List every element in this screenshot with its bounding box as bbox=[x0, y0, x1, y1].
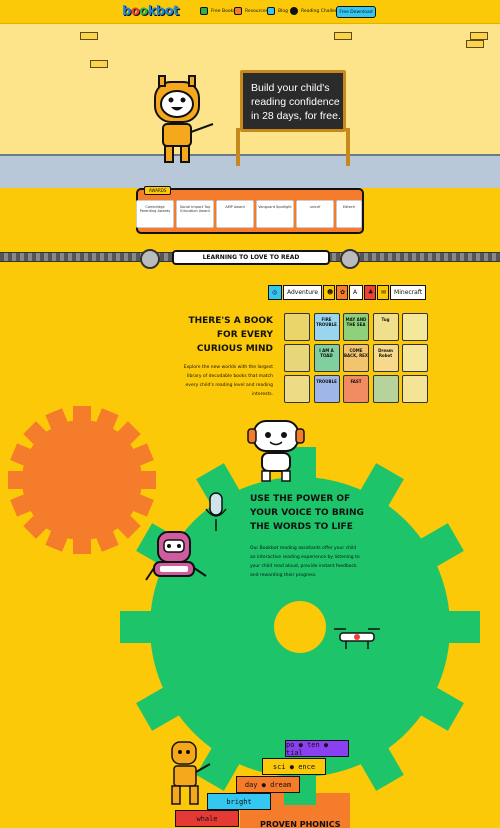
nav-resources[interactable]: Resources bbox=[234, 7, 268, 15]
wall-brick bbox=[470, 32, 488, 40]
bug-icon[interactable]: ✿ bbox=[336, 285, 349, 300]
book-title: I AM A TOAD bbox=[319, 348, 334, 358]
phonics-section-title: PROVEN PHONICS bbox=[260, 820, 341, 828]
phonics-step: day ● dream bbox=[236, 776, 300, 793]
award-card: Edtech bbox=[336, 200, 362, 228]
wall-brick bbox=[80, 32, 98, 40]
mail-icon[interactable]: ✉ bbox=[377, 285, 390, 300]
nav-blog[interactable]: Blog bbox=[267, 7, 288, 15]
bookbot-logo[interactable]: bookbot bbox=[122, 4, 179, 19]
book-cover[interactable] bbox=[284, 344, 310, 372]
book-title: Tug bbox=[381, 317, 390, 322]
challenge-icon bbox=[290, 7, 298, 15]
voice-section-description: Our Bookbot reading assistants offer you… bbox=[250, 546, 360, 578]
genre-tabs: ◎ Adventure ☻ ✿ A ♣ ✉ Minecraft bbox=[268, 285, 430, 300]
learning-banner-label: LEARNING TO LOVE TO READ bbox=[202, 254, 300, 261]
wall-brick bbox=[466, 40, 484, 48]
blog-icon bbox=[267, 7, 275, 15]
book-cover[interactable] bbox=[402, 344, 428, 372]
book-cover[interactable]: FIRE TROUBLE bbox=[313, 313, 340, 341]
phonics-step-word: bright bbox=[226, 797, 252, 806]
wall-brick bbox=[334, 32, 352, 40]
book-icon bbox=[200, 7, 208, 15]
nav-free-books-label: Free Books bbox=[211, 8, 236, 14]
voice-section-title: USE THE POWER OF YOUR VOICE TO BRING THE… bbox=[250, 494, 364, 532]
book-title: MAY AND THE SEA bbox=[345, 317, 367, 327]
phonics-step-word: day ● dream bbox=[244, 780, 292, 789]
phonics-step-word: sci ● ence bbox=[272, 762, 316, 771]
books-section-description: Explore the new worlds with the largest … bbox=[183, 365, 273, 397]
tab-adventure[interactable]: Adventure bbox=[283, 285, 323, 300]
phonics-step: sci ● ence bbox=[262, 758, 326, 775]
book-cover[interactable]: I AM A TOAD bbox=[313, 344, 340, 372]
board-leg bbox=[346, 128, 350, 166]
phonics-step: po ● ten ● tial bbox=[285, 740, 349, 757]
gears-illustration bbox=[8, 406, 480, 805]
hero-chalkboard: Build your child's reading confidence in… bbox=[240, 70, 346, 132]
tab-letter[interactable]: A bbox=[349, 285, 364, 300]
free-download-label: Free Download bbox=[339, 9, 373, 15]
book-cover[interactable] bbox=[284, 313, 310, 341]
hero-floor bbox=[0, 154, 500, 188]
award-card: Cambridge Parenting Awards bbox=[136, 200, 174, 228]
book-title: Dream Robot bbox=[378, 348, 393, 358]
robot-icon[interactable]: ☻ bbox=[323, 285, 336, 300]
book-cover[interactable]: COME BACK, REX bbox=[343, 344, 369, 372]
wall-brick bbox=[90, 60, 108, 68]
hero-headline: Build your child's reading confidence in… bbox=[251, 82, 341, 122]
compass-icon[interactable]: ◎ bbox=[268, 285, 282, 300]
top-nav: bookbot Free Books Resources Blog Readin… bbox=[0, 0, 500, 24]
nav-resources-label: Resources bbox=[245, 8, 268, 14]
books-section-title: THERE'S A BOOK FOR EVERY CURIOUS MIND bbox=[188, 316, 273, 354]
conveyor-pulley bbox=[340, 249, 360, 269]
nav-blog-label: Blog bbox=[278, 8, 288, 14]
learning-banner: LEARNING TO LOVE TO READ bbox=[172, 250, 330, 265]
award-card: Social Impact Top Education Award bbox=[176, 200, 214, 228]
book-title: TROUBLE bbox=[316, 379, 337, 384]
book-title: FAST bbox=[350, 379, 362, 384]
tab-minecraft[interactable]: Minecraft bbox=[390, 285, 427, 300]
award-card: unicef bbox=[296, 200, 334, 228]
book-cover[interactable]: Tug bbox=[372, 313, 399, 341]
board-leg bbox=[236, 128, 240, 166]
phonics-step: whale bbox=[175, 810, 239, 827]
nav-free-books[interactable]: Free Books bbox=[200, 7, 236, 15]
award-card: Vanguard Spotlight bbox=[256, 200, 294, 228]
phonics-step: bright bbox=[207, 793, 271, 810]
awards-tag: AWARDS bbox=[144, 186, 172, 195]
awards-panel: AWARDS Cambridge Parenting Awards Social… bbox=[136, 186, 364, 234]
award-card: AMP Award bbox=[216, 200, 254, 228]
free-download-button[interactable]: Free Download bbox=[336, 6, 376, 18]
conveyor-pulley bbox=[140, 249, 160, 269]
phonics-step-word: whale bbox=[196, 814, 218, 823]
phonics-step-word: po ● ten ● tial bbox=[286, 740, 329, 757]
book-cover[interactable]: MAY AND THE SEA bbox=[343, 313, 369, 341]
book-title: FIRE TROUBLE bbox=[316, 317, 337, 327]
book-cover[interactable] bbox=[402, 313, 428, 341]
robot-mascot-illustration bbox=[154, 75, 214, 163]
dino-icon[interactable]: ♣ bbox=[364, 285, 377, 300]
resources-icon bbox=[234, 7, 242, 15]
book-cover[interactable]: Dream Robot bbox=[372, 344, 399, 372]
book-title: COME BACK, REX bbox=[344, 348, 368, 358]
